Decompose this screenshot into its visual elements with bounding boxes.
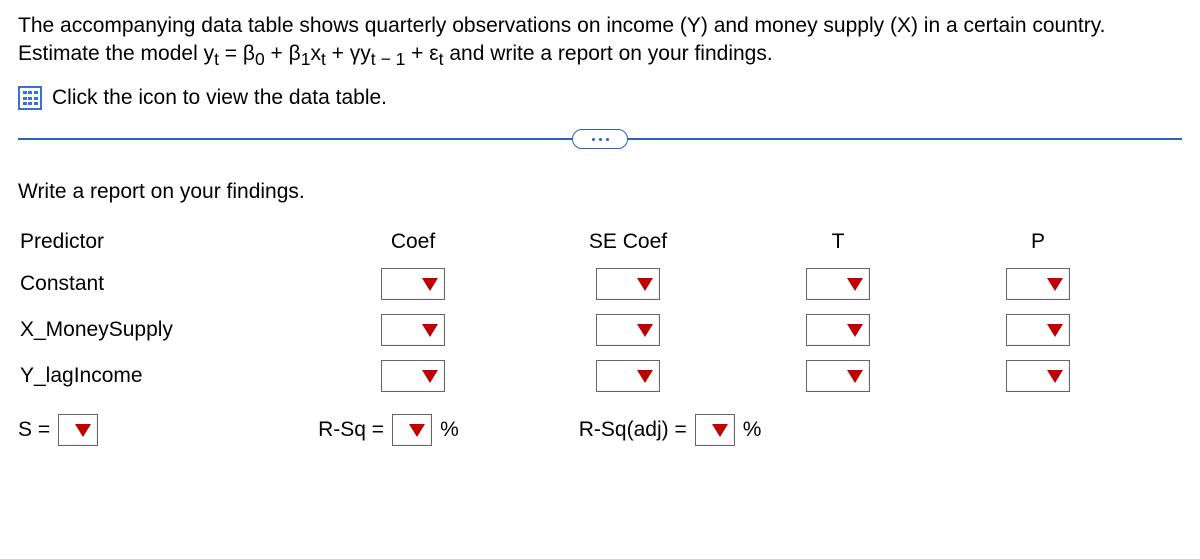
percent-label: %	[440, 418, 459, 442]
chevron-down-icon	[637, 370, 653, 383]
chevron-down-icon	[1047, 370, 1063, 383]
constant-secoef-dropdown[interactable]	[596, 268, 660, 300]
lag-coef-dropdown[interactable]	[381, 360, 445, 392]
constant-p-dropdown[interactable]	[1006, 268, 1070, 300]
header-coef: Coef	[308, 230, 518, 254]
money-coef-dropdown[interactable]	[381, 314, 445, 346]
row-label-money: X_MoneySupply	[18, 318, 308, 342]
table-icon[interactable]	[18, 86, 42, 110]
problem-line2-post: and write a report on your findings.	[444, 42, 773, 65]
chevron-down-icon	[847, 370, 863, 383]
expand-pill[interactable]	[572, 129, 628, 149]
money-t-dropdown[interactable]	[806, 314, 870, 346]
row-label-lag: Y_lagIncome	[18, 364, 308, 388]
summary-stats-row: S = R-Sq = % R-Sq(adj) = %	[18, 414, 1182, 446]
table-header-row: Predictor Coef SE Coef T P	[18, 230, 1182, 254]
rsqadj-label: R-Sq(adj) =	[579, 418, 687, 442]
s-dropdown[interactable]	[58, 414, 98, 446]
lag-t-dropdown[interactable]	[806, 360, 870, 392]
chevron-down-icon	[1047, 324, 1063, 337]
chevron-down-icon	[847, 278, 863, 291]
problem-line1: The accompanying data table shows quarte…	[18, 14, 1106, 37]
header-predictor: Predictor	[18, 230, 308, 254]
problem-statement: The accompanying data table shows quarte…	[18, 12, 1182, 72]
table-row: X_MoneySupply	[18, 314, 1182, 346]
row-label-constant: Constant	[18, 272, 308, 296]
regression-table: Predictor Coef SE Coef T P Constant X_Mo…	[18, 230, 1182, 392]
chevron-down-icon	[422, 370, 438, 383]
chevron-down-icon	[422, 278, 438, 291]
table-row: Y_lagIncome	[18, 360, 1182, 392]
data-table-link-row: Click the icon to view the data table.	[18, 86, 1182, 110]
rsq-dropdown[interactable]	[392, 414, 432, 446]
chevron-down-icon	[637, 278, 653, 291]
rsq-group: R-Sq = %	[318, 414, 459, 446]
section-divider	[18, 138, 1182, 140]
problem-line2-pre: Estimate the model	[18, 42, 204, 65]
model-equation: yt = β0 + β1xt + γyt − 1 + εt	[204, 42, 444, 65]
rsqadj-group: R-Sq(adj) = %	[579, 414, 762, 446]
chevron-down-icon	[422, 324, 438, 337]
s-label: S =	[18, 418, 50, 442]
s-group: S =	[18, 414, 98, 446]
data-table-link-text[interactable]: Click the icon to view the data table.	[52, 86, 387, 110]
rsq-label: R-Sq =	[318, 418, 384, 442]
header-t: T	[738, 230, 938, 254]
lag-secoef-dropdown[interactable]	[596, 360, 660, 392]
constant-t-dropdown[interactable]	[806, 268, 870, 300]
chevron-down-icon	[712, 424, 728, 437]
money-p-dropdown[interactable]	[1006, 314, 1070, 346]
chevron-down-icon	[637, 324, 653, 337]
table-row: Constant	[18, 268, 1182, 300]
chevron-down-icon	[847, 324, 863, 337]
section-prompt: Write a report on your findings.	[18, 180, 1182, 204]
chevron-down-icon	[75, 424, 91, 437]
chevron-down-icon	[1047, 278, 1063, 291]
rsqadj-dropdown[interactable]	[695, 414, 735, 446]
lag-p-dropdown[interactable]	[1006, 360, 1070, 392]
header-p: P	[938, 230, 1138, 254]
chevron-down-icon	[409, 424, 425, 437]
money-secoef-dropdown[interactable]	[596, 314, 660, 346]
percent-label: %	[743, 418, 762, 442]
constant-coef-dropdown[interactable]	[381, 268, 445, 300]
header-secoef: SE Coef	[518, 230, 738, 254]
